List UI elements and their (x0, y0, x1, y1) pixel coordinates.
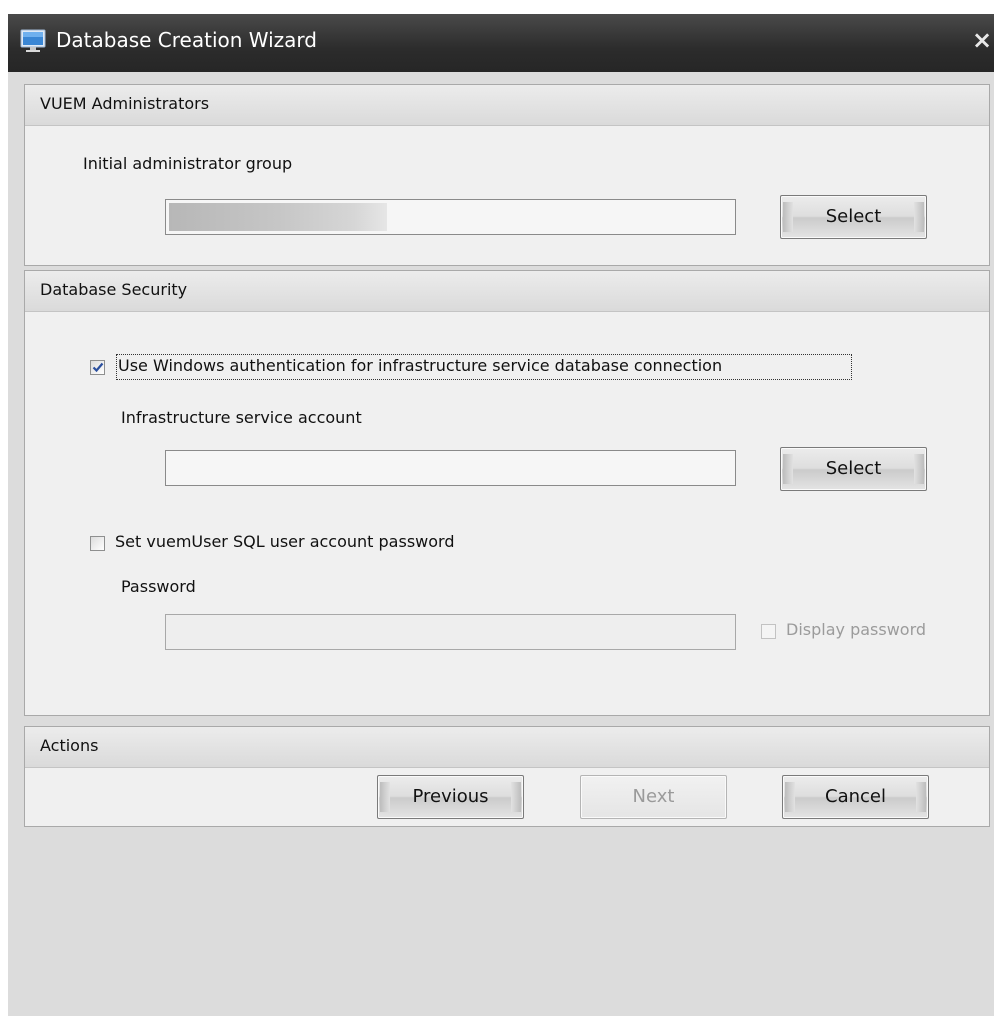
set-password-checkbox[interactable] (90, 536, 105, 551)
button-label: Select (825, 206, 882, 227)
password-label: Password (121, 577, 196, 596)
section-title: Actions (40, 736, 99, 755)
redacted-value (169, 203, 387, 231)
close-button[interactable]: × (970, 26, 994, 54)
section-header: Actions (25, 727, 989, 768)
vuem-administrators-section: VUEM Administrators Initial administrato… (24, 84, 990, 266)
wizard-client-area: VUEM Administrators Initial administrato… (8, 72, 994, 1016)
wizard-window: Database Creation Wizard × VUEM Administ… (8, 14, 994, 1016)
service-account-select-button[interactable]: Select (780, 447, 927, 491)
title-bar[interactable]: Database Creation Wizard × (8, 14, 994, 72)
next-button[interactable]: Next (580, 775, 727, 819)
admin-group-select-button[interactable]: Select (780, 195, 927, 239)
service-account-field[interactable] (165, 450, 736, 486)
close-icon[interactable]: × (972, 26, 992, 54)
service-account-label: Infrastructure service account (121, 408, 362, 427)
display-password-label[interactable]: Display password (786, 620, 926, 639)
windows-auth-checkbox[interactable] (90, 360, 105, 375)
section-title: Database Security (40, 280, 188, 299)
button-label: Select (825, 458, 882, 479)
database-security-section: Database Security Use Windows authentica… (24, 270, 990, 716)
display-password-checkbox[interactable] (761, 624, 776, 639)
previous-button[interactable]: Previous (377, 775, 524, 819)
window-title: Database Creation Wizard (56, 28, 317, 52)
button-label: Previous (412, 786, 489, 807)
cancel-button[interactable]: Cancel (782, 775, 929, 819)
password-field[interactable] (165, 614, 736, 650)
monitor-icon (20, 29, 46, 52)
button-label: Next (632, 786, 675, 807)
section-header: Database Security (25, 271, 989, 312)
checkmark-icon (92, 362, 104, 373)
button-label: Cancel (825, 786, 886, 807)
set-password-label[interactable]: Set vuemUser SQL user account password (115, 532, 454, 551)
windows-auth-label[interactable]: Use Windows authentication for infrastru… (118, 356, 722, 375)
admin-group-label: Initial administrator group (83, 154, 293, 173)
admin-group-field[interactable] (165, 199, 736, 235)
section-title: VUEM Administrators (40, 94, 210, 113)
section-header: VUEM Administrators (25, 85, 989, 126)
actions-section: Actions Previous Next Cancel (24, 726, 990, 827)
